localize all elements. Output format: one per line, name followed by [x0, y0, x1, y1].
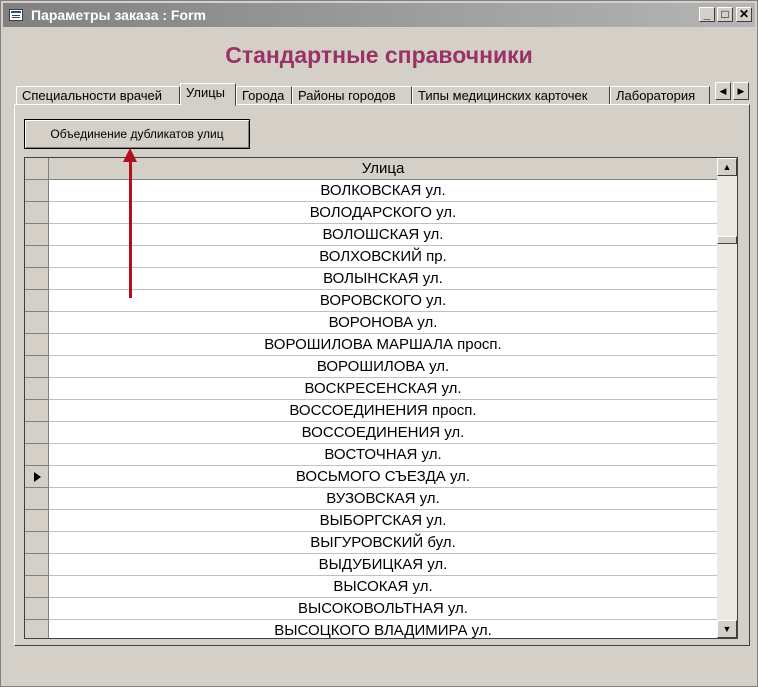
- minimize-button[interactable]: _: [699, 7, 715, 22]
- vertical-scrollbar[interactable]: ▲ ▼: [717, 158, 737, 638]
- table-row[interactable]: ВОСЬМОГО СЪЕЗДА ул.: [25, 466, 717, 488]
- street-cell[interactable]: ВЫГУРОВСКИЙ бул.: [49, 532, 717, 553]
- tab-doctor-specialties[interactable]: Специальности врачей: [16, 86, 180, 105]
- table-row[interactable]: ВЫГУРОВСКИЙ бул.: [25, 532, 717, 554]
- record-selector[interactable]: [25, 554, 49, 576]
- close-button[interactable]: ✕: [736, 7, 752, 22]
- record-selector[interactable]: [25, 532, 49, 554]
- record-selector[interactable]: [25, 510, 49, 532]
- scroll-thumb[interactable]: [717, 236, 737, 244]
- street-cell[interactable]: ВОСТОЧНАЯ ул.: [49, 444, 717, 465]
- record-selector[interactable]: [25, 312, 49, 334]
- window-title: Параметры заказа : Form: [31, 7, 206, 23]
- record-selector[interactable]: [25, 400, 49, 422]
- record-selector[interactable]: [25, 202, 49, 224]
- table-row[interactable]: ВЫСОКОВОЛЬТНАЯ ул.: [25, 598, 717, 620]
- street-cell[interactable]: ВОСКРЕСЕНСКАЯ ул.: [49, 378, 717, 399]
- street-cell[interactable]: ВОРОШИЛОВА ул.: [49, 356, 717, 377]
- street-cell[interactable]: ВОРОВСКОГО ул.: [49, 290, 717, 311]
- annotation-arrow-shaft: [129, 160, 132, 298]
- street-cell[interactable]: ВУЗОВСКАЯ ул.: [49, 488, 717, 509]
- record-selector[interactable]: [25, 620, 49, 638]
- record-selector[interactable]: [25, 422, 49, 444]
- current-record-pointer-icon: [34, 472, 41, 482]
- street-cell[interactable]: ВЫСОКОВОЛЬТНАЯ ул.: [49, 598, 717, 619]
- street-cell[interactable]: ВОЛЫНСКАЯ ул.: [49, 268, 717, 289]
- street-cell[interactable]: ВОССОЕДИНЕНИЯ просп.: [49, 400, 717, 421]
- select-all-corner[interactable]: [25, 158, 49, 180]
- street-cell[interactable]: ВЫСОКАЯ ул.: [49, 576, 717, 597]
- record-selector[interactable]: [25, 598, 49, 620]
- form-icon: [9, 9, 23, 21]
- record-selector[interactable]: [25, 334, 49, 356]
- street-cell[interactable]: ВОССОЕДИНЕНИЯ ул.: [49, 422, 717, 443]
- street-cell[interactable]: ВОРОШИЛОВА МАРШАЛА просп.: [49, 334, 717, 355]
- table-row[interactable]: ВУЗОВСКАЯ ул.: [25, 488, 717, 510]
- street-cell[interactable]: ВОЛКОВСКАЯ ул.: [49, 180, 717, 201]
- street-cell[interactable]: ВОСЬМОГО СЪЕЗДА ул.: [49, 466, 717, 487]
- scroll-down-icon[interactable]: ▼: [717, 620, 737, 638]
- street-cell[interactable]: ВЫСОЦКОГО ВЛАДИМИРА ул.: [49, 620, 717, 638]
- record-selector[interactable]: [25, 180, 49, 202]
- table-row[interactable]: ВОРОШИЛОВА МАРШАЛА просп.: [25, 334, 717, 356]
- record-selector[interactable]: [25, 444, 49, 466]
- table-row[interactable]: ВОССОЕДИНЕНИЯ просп.: [25, 400, 717, 422]
- record-selector[interactable]: [25, 290, 49, 312]
- record-selector[interactable]: [25, 576, 49, 598]
- record-selector[interactable]: [25, 488, 49, 510]
- table-row[interactable]: ВЫСОКАЯ ул.: [25, 576, 717, 598]
- street-cell[interactable]: ВОЛХОВСКИЙ пр.: [49, 246, 717, 267]
- tab-cities[interactable]: Города: [236, 86, 292, 105]
- record-selector[interactable]: [25, 246, 49, 268]
- record-selector[interactable]: [25, 356, 49, 378]
- merge-duplicate-streets-button[interactable]: Объединение дубликатов улиц: [24, 119, 250, 149]
- table-row[interactable]: ВЫБОРГСКАЯ ул.: [25, 510, 717, 532]
- record-selector[interactable]: [25, 466, 49, 488]
- table-row[interactable]: ВОРОНОВА ул.: [25, 312, 717, 334]
- maximize-button[interactable]: □: [717, 7, 733, 22]
- scroll-up-icon[interactable]: ▲: [717, 158, 737, 176]
- table-row[interactable]: ВЫСОЦКОГО ВЛАДИМИРА ул.: [25, 620, 717, 638]
- street-cell[interactable]: ВЫБОРГСКАЯ ул.: [49, 510, 717, 531]
- tab-city-districts[interactable]: Районы городов: [292, 86, 412, 105]
- table-row[interactable]: ВЫДУБИЦКАЯ ул.: [25, 554, 717, 576]
- title-bar[interactable]: Параметры заказа : Form _ □ ✕: [3, 3, 755, 27]
- street-cell[interactable]: ВОРОНОВА ул.: [49, 312, 717, 333]
- tab-scroll-right-icon[interactable]: ▶: [733, 82, 749, 100]
- tab-scroll-left-icon[interactable]: ◀: [715, 82, 731, 100]
- table-row[interactable]: ВОСТОЧНАЯ ул.: [25, 444, 717, 466]
- record-selector[interactable]: [25, 268, 49, 290]
- page-heading: Стандартные справочники: [225, 42, 533, 68]
- table-row[interactable]: ВОССОЕДИНЕНИЯ ул.: [25, 422, 717, 444]
- street-cell[interactable]: ВОЛОДАРСКОГО ул.: [49, 202, 717, 223]
- record-selector[interactable]: [25, 378, 49, 400]
- tab-medical-card-types[interactable]: Типы медицинских карточек: [412, 86, 610, 105]
- street-cell[interactable]: ВОЛОШСКАЯ ул.: [49, 224, 717, 245]
- table-row[interactable]: ВОСКРЕСЕНСКАЯ ул.: [25, 378, 717, 400]
- record-selector[interactable]: [25, 224, 49, 246]
- column-header-street[interactable]: Улица: [49, 158, 717, 179]
- tab-streets[interactable]: Улицы: [180, 83, 236, 106]
- table-row[interactable]: ВОРОШИЛОВА ул.: [25, 356, 717, 378]
- tab-laboratory[interactable]: Лаборатория: [610, 86, 710, 105]
- street-cell[interactable]: ВЫДУБИЦКАЯ ул.: [49, 554, 717, 575]
